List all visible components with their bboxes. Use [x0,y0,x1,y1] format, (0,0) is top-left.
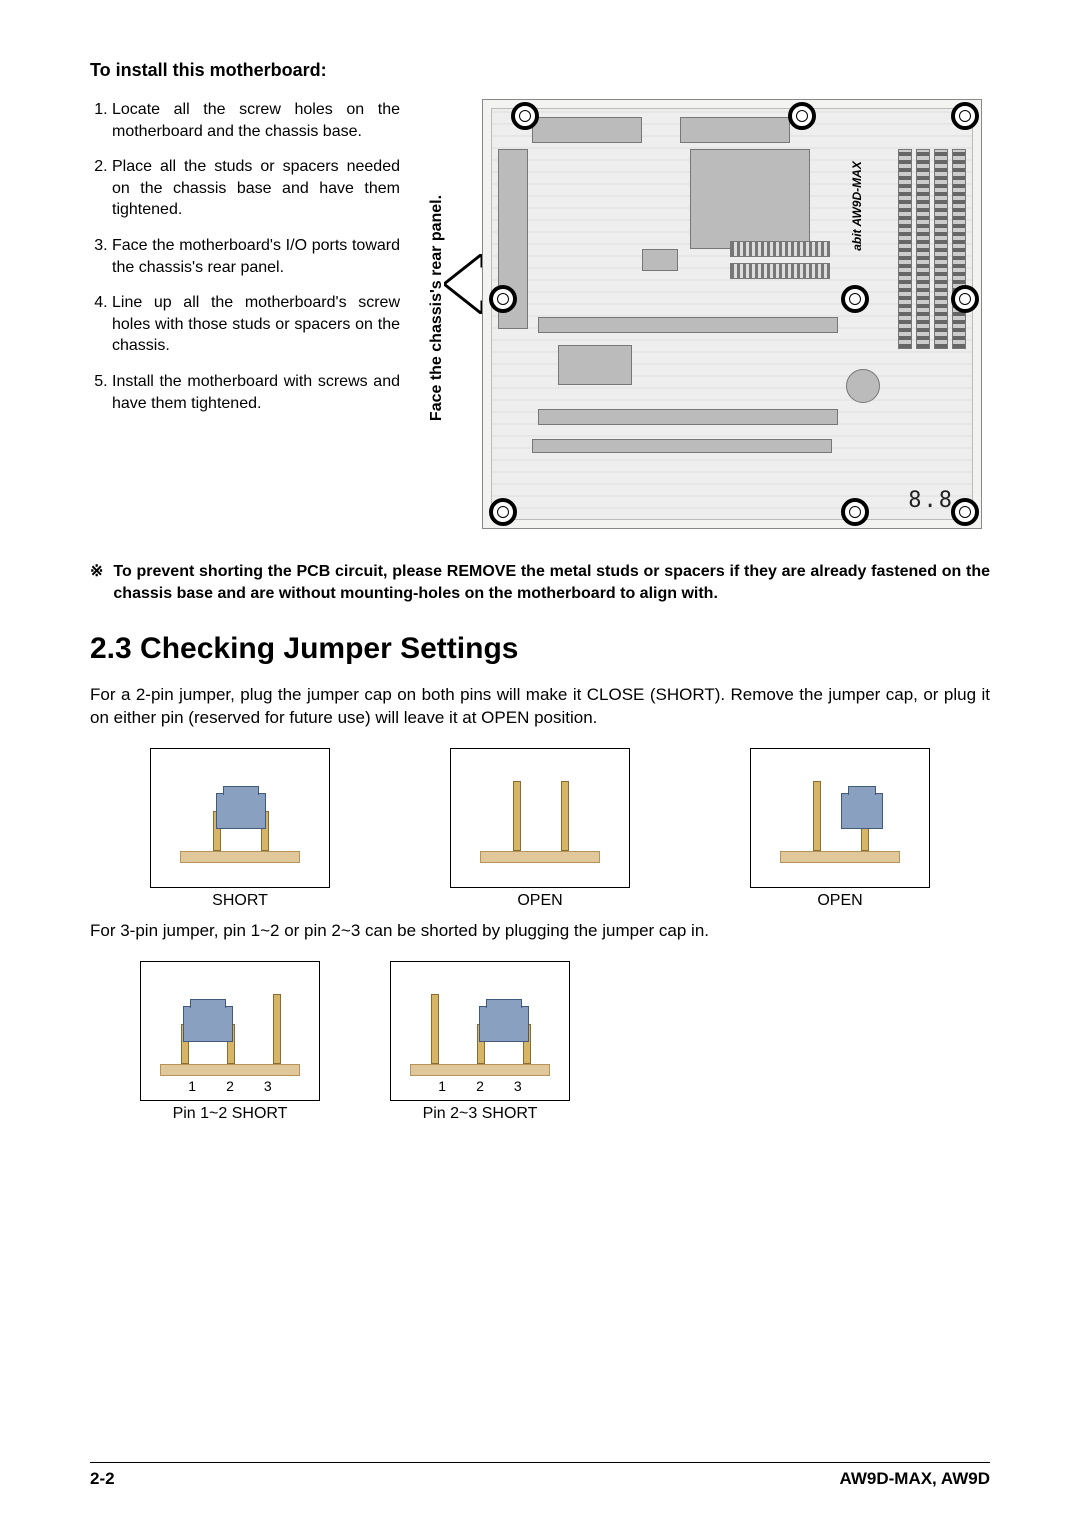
jumper-open1-col: OPEN [450,748,630,910]
note-text: To prevent shorting the PCB circuit, ple… [113,561,990,604]
board-brand-text: abit AW9D-MAX [850,161,864,251]
install-steps-list: Locate all the screw holes on the mother… [112,99,400,414]
pin-num-1b: 1 [438,1078,446,1094]
motherboard-diagram: abit AW9D-MAX 8.8 [482,99,982,529]
jumper-para-1: For a 2-pin jumper, plug the jumper cap … [90,684,990,730]
jumper-pin23-col: 1 2 3 Pin 2~3 SHORT [390,961,570,1123]
pin-num-3b: 3 [514,1078,522,1094]
jumper-open1-diagram [450,748,630,888]
jumper-short-col: SHORT [150,748,330,910]
jumper-open2-col: OPEN [750,748,930,910]
three-pin-jumper-row: 1 2 3 Pin 1~2 SHORT 1 2 3 Pin 2~3 SHORT [140,961,990,1123]
install-step-2: Place all the studs or spacers needed on… [112,156,400,221]
install-step-4: Line up all the motherboard's screw hole… [112,292,400,357]
install-step-5: Install the motherboard with screws and … [112,371,400,414]
jumper-short-label: SHORT [150,892,330,910]
pin-num-3: 3 [264,1078,272,1094]
jumper-pin23-label: Pin 2~3 SHORT [423,1105,538,1123]
warning-note: ※ To prevent shorting the PCB circuit, p… [90,561,990,604]
jumper-open1-label: OPEN [450,892,630,910]
motherboard-inner: abit AW9D-MAX 8.8 [491,108,973,520]
install-step-1: Locate all the screw holes on the mother… [112,99,400,142]
note-symbol: ※ [90,561,103,604]
jumper-pin23-diagram: 1 2 3 [390,961,570,1101]
footer-model: AW9D-MAX, AW9D [840,1469,991,1489]
jumper-pin12-label: Pin 1~2 SHORT [173,1105,288,1123]
jumper-pin12-diagram: 1 2 3 [140,961,320,1101]
pin-num-2b: 2 [476,1078,484,1094]
jumper-open2-diagram [750,748,930,888]
install-top-row: Locate all the screw holes on the mother… [90,99,990,529]
install-step-3: Face the motherboard's I/O ports toward … [112,235,400,278]
jumper-open2-label: OPEN [750,892,930,910]
page-footer: 2-2 AW9D-MAX, AW9D [90,1462,990,1489]
pin-num-2: 2 [226,1078,234,1094]
motherboard-diagram-col: abit AW9D-MAX 8.8 [474,99,990,529]
install-steps-col: Locate all the screw holes on the mother… [90,99,400,529]
jumper-pin12-col: 1 2 3 Pin 1~2 SHORT [140,961,320,1123]
jumper-short-diagram [150,748,330,888]
board-seven-segment: 8.8 [908,488,954,513]
pin-num-1: 1 [188,1078,196,1094]
jumper-section-heading: 2.3 Checking Jumper Settings [90,632,990,666]
two-pin-jumper-row: SHORT OPEN OPEN [90,748,990,910]
board-brand-label: abit AW9D-MAX [850,161,864,251]
jumper-para-2: For 3-pin jumper, pin 1~2 or pin 2~3 can… [90,920,990,943]
install-heading: To install this motherboard: [90,60,990,81]
orient-arrow-col: Face the chassis's rear panel. [416,99,458,529]
footer-page-number: 2-2 [90,1469,115,1489]
